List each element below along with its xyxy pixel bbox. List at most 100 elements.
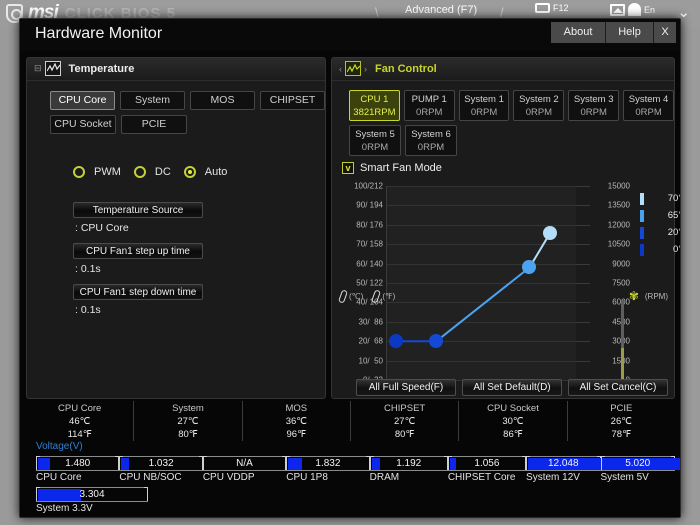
- temperature-chart-icon: [44, 61, 61, 76]
- voltage-name: CPU VDDP: [202, 472, 255, 483]
- tab-chipset[interactable]: CHIPSET: [260, 91, 325, 110]
- temperature-panel-title: Temperature: [68, 62, 135, 75]
- fan-speed-slider-track[interactable]: [621, 300, 624, 390]
- fan-control-panel: ‹ › Fan Control CPU 1 3821RPM PUMP 1 0RP…: [331, 57, 680, 399]
- language-control[interactable]: En: [610, 3, 655, 16]
- chart-ytick-right: [576, 186, 590, 187]
- voltage-value: 1.032: [148, 458, 174, 469]
- fan-button-system-6[interactable]: System 6 0RPM: [405, 125, 457, 156]
- temp-summary-name: CPU Core: [58, 403, 102, 414]
- chart-ytick-right: [576, 263, 590, 265]
- chart-footer: (℃) (℉) ✾ (RPM): [337, 288, 668, 304]
- chart-ytick-right: [576, 224, 590, 226]
- voltage-name: CPU 1P8: [286, 472, 328, 483]
- radio-dc[interactable]: [133, 166, 146, 178]
- image-icon: [610, 3, 625, 16]
- fan-button-system-4[interactable]: System 4 0RPM: [623, 90, 674, 121]
- chevron-right-icon[interactable]: ›: [364, 64, 367, 74]
- tab-mos[interactable]: MOS: [190, 91, 255, 110]
- step-down-time-button[interactable]: CPU Fan1 step down time: [73, 284, 203, 300]
- fan-button-system-3[interactable]: System 3 0RPM: [568, 90, 620, 121]
- smart-fan-mode-checkbox[interactable]: v: [342, 162, 354, 174]
- chart-point-1[interactable]: [429, 334, 444, 349]
- chart-ytick-label-left: 80/ 176: [356, 220, 383, 230]
- temp-summary-name: PCIE: [610, 403, 633, 414]
- close-button[interactable]: X: [654, 22, 676, 43]
- all-set-cancel-button[interactable]: All Set Cancel(C): [568, 379, 668, 396]
- temperature-source-button[interactable]: Temperature Source: [73, 202, 203, 218]
- voltage-cell: 1.192 DRAM: [369, 456, 449, 483]
- temp-summary-cell: System 27℃ 80℉: [134, 401, 243, 441]
- chart-ytick-label-right: 7500: [612, 278, 630, 288]
- collapse-icon[interactable]: ⊟: [34, 63, 42, 74]
- voltage-cell: N/A CPU VDDP: [202, 456, 287, 483]
- step-down-time-value: : 0.1s: [75, 304, 101, 316]
- rpm-unit-label: (RPM): [644, 291, 668, 301]
- tab-system[interactable]: System: [120, 91, 185, 110]
- voltage-bar: 1.480: [36, 456, 120, 470]
- legend-row: 65℃149℉9.00V: [640, 207, 680, 224]
- voltage-row-2: 3.304 System 3.3V: [26, 487, 675, 514]
- celsius-unit-label: (℃): [349, 291, 364, 301]
- temp-summary-name: System: [172, 403, 204, 414]
- fan-button-system-5[interactable]: System 5 0RPM: [349, 125, 401, 156]
- hardware-monitor-window: Hardware Monitor About Help X ⊟ Temperat…: [19, 18, 681, 518]
- help-button[interactable]: Help: [606, 22, 654, 43]
- fan-action-buttons: All Full Speed(F) All Set Default(D) All…: [356, 379, 668, 396]
- radio-auto[interactable]: [183, 166, 196, 178]
- language-label: En: [644, 4, 656, 15]
- voltage-section: Voltage(V) 1.480 CPU Core 1.032 CPU NB/SOC N…: [26, 441, 680, 514]
- tab-cpu-core[interactable]: CPU Core: [50, 91, 115, 110]
- fan-name: System 5: [355, 129, 395, 140]
- voltage-name: System 12V: [526, 472, 580, 483]
- voltage-name: CHIPSET Core: [447, 472, 516, 483]
- screenshot-control[interactable]: F12: [535, 3, 569, 13]
- chart-point-3[interactable]: [542, 225, 557, 240]
- about-button[interactable]: About: [551, 22, 606, 43]
- temperature-panel: ⊟ Temperature CPU Core System MOS CHIPSE…: [26, 57, 326, 399]
- chart-ytick-label-left: 50/ 122: [356, 278, 383, 288]
- thermometer-celsius-icon: [337, 288, 349, 304]
- chevron-left-icon[interactable]: ‹: [339, 64, 342, 74]
- chart-point-0[interactable]: [389, 334, 404, 349]
- all-set-default-button[interactable]: All Set Default(D): [462, 379, 562, 396]
- chart-plot-area[interactable]: 100/212 15000 90/ 194 13500 80/ 176 12000 70/ …: [354, 182, 630, 385]
- voltage-cell: 1.056 CHIPSET Core: [447, 456, 527, 483]
- voltage-name: System 5V: [600, 472, 649, 483]
- fan-button-system-2[interactable]: System 2 0RPM: [513, 90, 565, 121]
- chart-ytick-label-left: 10/ 50: [358, 356, 383, 366]
- fan-button-row-2: System 5 0RPM System 6 0RPM: [332, 125, 674, 156]
- voltage-bar: 12.048: [526, 456, 625, 470]
- temp-summary-cell: CPU Socket 30℃ 86℉: [459, 401, 568, 441]
- fan-button-pump-1[interactable]: PUMP 1 0RPM: [403, 90, 455, 121]
- fan-chart-icon: [345, 61, 361, 76]
- temperature-source-control: Temperature Source : CPU Core: [73, 202, 203, 234]
- chart-ytick-label-left: 60/ 140: [356, 259, 383, 269]
- fan-button-cpu-1[interactable]: CPU 1 3821RPM: [349, 90, 400, 121]
- step-up-time-button[interactable]: CPU Fan1 step up time: [73, 243, 203, 259]
- advanced-mode-label[interactable]: Advanced (F7): [405, 4, 477, 16]
- legend-row: 70℃158℉12.00V: [640, 190, 680, 207]
- temp-summary-celsius: 26℃: [610, 416, 632, 427]
- voltage-cell: 1.032 CPU NB/SOC: [119, 456, 204, 483]
- voltage-name: DRAM: [369, 472, 400, 483]
- all-full-speed-button[interactable]: All Full Speed(F): [356, 379, 456, 396]
- chart-ytick-right: [576, 360, 590, 362]
- fan-button-system-1[interactable]: System 1 0RPM: [458, 90, 510, 121]
- voltage-bar: 1.832: [286, 456, 371, 470]
- voltage-value: 1.480: [65, 458, 91, 469]
- chart-point-2[interactable]: [521, 260, 536, 275]
- voltage-row-1: 1.480 CPU Core 1.032 CPU NB/SOC N/A CPU VDDP 1…: [26, 456, 680, 483]
- radio-pwm[interactable]: [73, 166, 85, 178]
- fan-header-group: ‹ › Fan Control: [339, 61, 437, 76]
- camera-icon: [535, 3, 550, 13]
- legend-row: 20℃68℉2.40V: [640, 224, 680, 241]
- tab-cpu-socket[interactable]: CPU Socket: [50, 115, 116, 134]
- step-up-time-value: : 0.1s: [75, 263, 101, 275]
- voltage-cell: 1.480 CPU Core: [36, 456, 120, 483]
- chart-ytick-label-left: 100/212: [354, 181, 383, 191]
- fan-name: System 2: [519, 94, 559, 105]
- voltage-bar: 5.020: [600, 456, 680, 470]
- smart-fan-mode-row[interactable]: v Smart Fan Mode: [342, 162, 442, 174]
- tab-pcie[interactable]: PCIE: [121, 115, 187, 134]
